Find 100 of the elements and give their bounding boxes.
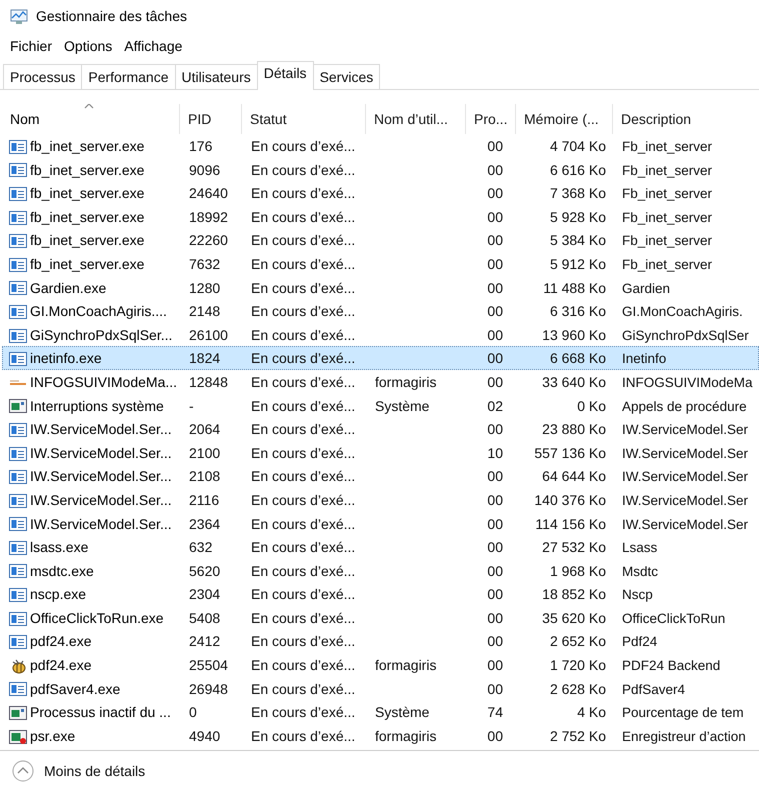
table-cell: GI.MonCoachAgiris. [622,304,743,320]
table-cell: 2116 [189,492,220,508]
table-cell: Fb_inet_server [622,186,712,202]
table-cell: - [189,398,194,414]
table-cell: 2108 [189,468,220,484]
table-cell: 00 [487,586,503,602]
application-icon [9,138,27,155]
table-cell-text: fb_inet_server.exe [30,208,144,227]
table-cell: En cours d’exé... [251,232,356,248]
table-cell: 00 [487,539,503,556]
table-cell: 00 [487,280,503,296]
table-cell: 4 704 Ko [550,138,606,154]
table-cell: 27 532 Ko [542,539,606,556]
table-cell: IW.ServiceModel.Ser [622,469,748,484]
table-cell: 33 640 Ko [542,374,606,390]
table-cell-text: IW.ServiceModel.Ser... [30,467,172,486]
application-icon [9,681,27,698]
table-cell: En cours d’exé... [251,610,356,626]
application-icon [9,587,27,604]
table-cell: IW.ServiceModel.Ser [622,446,748,461]
table-cell: En cours d’exé... [251,185,356,202]
table-cell: formagiris [375,374,436,390]
table-cell: Pourcentage de tem [622,705,744,720]
table-cell: En cours d’exé... [251,398,356,414]
table-cell: En cours d’exé... [251,162,356,178]
table-cell: En cours d’exé... [251,657,356,674]
menu-item[interactable]: Options [58,36,118,56]
tab[interactable]: Détails [256,61,314,90]
table-cell: En cours d’exé... [251,516,356,532]
app-icon [10,8,28,24]
table-cell-text: pdfSaver4.exe [30,680,120,699]
table-cell: 26948 [189,680,228,697]
system-window-icon [9,705,27,722]
table-cell: 00 [487,562,503,579]
column-header[interactable]: Description [613,104,759,134]
application-icon [9,563,27,580]
table-cell: 4 Ko [577,704,606,720]
table-cell: IW.ServiceModel.Ser [622,492,748,508]
table-cell: 0 [189,704,197,720]
table-cell: 557 136 Ko [534,444,606,461]
table-cell: 176 [189,138,212,154]
system-window-icon [9,398,27,414]
application-icon [9,186,27,202]
line-icon [9,380,27,386]
chevron-up-icon [12,760,34,782]
table-cell: En cours d’exé... [251,539,356,556]
table-cell-text: pdf24.exe [30,632,92,652]
application-icon [9,162,27,178]
table-cell: 18992 [189,208,228,225]
table-cell: En cours d’exé... [251,586,356,602]
table-cell: En cours d’exé... [251,350,356,366]
table-cell: Système [375,398,430,414]
table-cell: 23 880 Ko [542,421,606,438]
table-cell: 5 384 Ko [550,232,606,248]
table-cell: 0 Ko [577,398,606,414]
table-cell: 13 960 Ko [542,326,606,343]
application-icon [9,351,27,368]
application-icon [9,280,27,296]
table-cell: OfficeClickToRun [622,610,726,626]
window-title: Gestionnaire des tâches [36,8,187,24]
table-cell: 35 620 Ko [542,610,606,626]
table-cell: 6 668 Ko [550,350,606,366]
table-cell: En cours d’exé... [251,138,356,154]
table-cell: 00 [487,516,503,532]
table-cell: 1 720 Ko [550,657,606,674]
table-cell: 02 [487,398,503,414]
table-cell: 24640 [189,185,228,202]
table-cell-text: nscp.exe [30,585,86,604]
table-cell: 00 [487,256,503,272]
application-icon [9,233,27,250]
menu-item[interactable]: Affichage [118,36,188,56]
table-cell: 1280 [189,280,220,296]
table-cell: 00 [487,680,503,697]
table-cell: IW.ServiceModel.Ser [622,516,748,532]
table-cell-text: fb_inet_server.exe [30,254,144,274]
table-cell: 5 928 Ko [550,208,606,225]
tab[interactable]: Services [312,64,380,89]
tab[interactable]: Processus [3,64,82,89]
table-cell-text: pdf24.exe [30,656,92,676]
table-cell: 2 652 Ko [550,633,606,650]
table-cell-text: msdtc.exe [30,562,94,581]
table-cell: 5 912 Ko [550,256,606,272]
table-cell: 00 [487,185,503,202]
table-cell: 2 752 Ko [550,728,606,744]
table-cell: 00 [487,303,503,320]
table-cell: Fb_inet_server [622,256,712,272]
menu-item[interactable]: Fichier [4,36,58,56]
application-icon [9,422,27,438]
table-cell: Nscp [622,587,653,602]
table-cell: 00 [487,326,503,343]
table-cell: 2304 [189,586,220,602]
table-row[interactable]: inetinfo.exe 1824 En cours d’exé... 00 6 668 Ko Inetinfo [2,346,759,370]
table-cell-text: INFOGSUIVIModeMa... [30,372,178,392]
table-cell: En cours d’exé... [251,374,356,390]
table-cell: Lsass [622,540,658,556]
table-cell: 1 968 Ko [550,562,606,579]
table-cell: 114 156 Ko [535,516,606,532]
fewer-details-button[interactable]: Moins de détails [12,760,146,782]
table-cell: 7632 [189,256,220,272]
table-cell-text: Gardien.exe [30,278,106,298]
